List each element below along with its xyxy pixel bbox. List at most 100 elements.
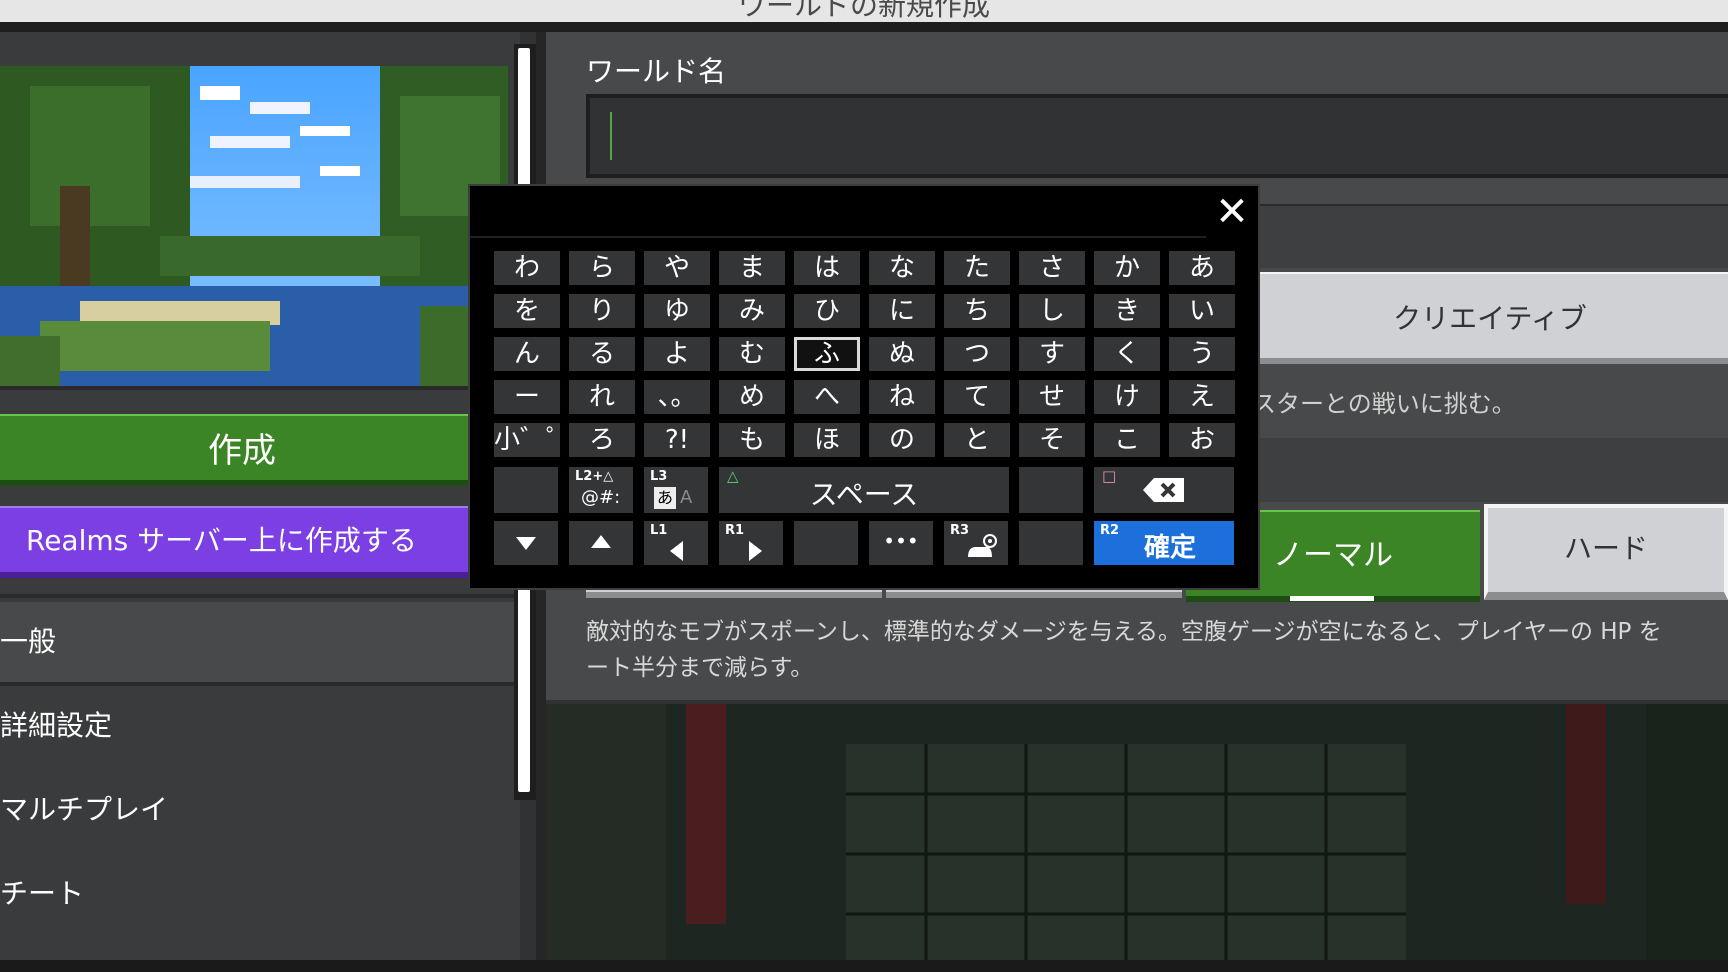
space-key[interactable]: △ スペース [719, 467, 1009, 513]
symbols-key-label: @#: [581, 487, 621, 508]
kana-key[interactable]: く [1094, 337, 1160, 371]
cursor-mode-key[interactable]: R3 [944, 521, 1008, 565]
bottom-bar [0, 960, 1728, 972]
kana-key[interactable]: え [1169, 380, 1235, 414]
kana-key[interactable]: 小゛゜ [494, 423, 572, 457]
world-name-input[interactable] [586, 94, 1728, 178]
cursor-up-key[interactable] [569, 521, 633, 565]
kana-key[interactable]: た [944, 251, 1010, 285]
input-mode-alpha: A [680, 487, 693, 508]
keyboard-header-divider [470, 236, 1206, 238]
input-mode-key-hint: L3 [650, 469, 668, 484]
kana-key[interactable]: け [1094, 380, 1160, 414]
kana-key[interactable]: よ [644, 337, 710, 371]
cursor-left-hint: L1 [650, 523, 668, 538]
sidebar-item-advanced[interactable]: 詳細設定 [0, 686, 516, 766]
world-preview-image [0, 66, 508, 390]
kana-key[interactable]: お [1169, 423, 1235, 457]
menu-divider [0, 594, 516, 598]
kana-key[interactable]: れ [569, 380, 635, 414]
kana-key[interactable]: ゆ [644, 294, 710, 328]
kana-key[interactable]: わ [494, 251, 560, 285]
kana-key[interactable]: の [869, 423, 935, 457]
kana-key[interactable]: ?! [644, 423, 710, 457]
kana-key[interactable]: ち [944, 294, 1010, 328]
kana-key[interactable]: も [719, 423, 785, 457]
kana-key[interactable]: ま [719, 251, 785, 285]
text-caret [610, 112, 612, 160]
kana-key[interactable]: て [944, 380, 1010, 414]
kana-key[interactable]: な [869, 251, 935, 285]
kana-key[interactable]: む [719, 337, 785, 371]
difficulty-description-line2: ート半分まで減らす。 [586, 655, 814, 681]
keyboard-blank-key [494, 467, 558, 513]
keyboard-blank-key [1019, 467, 1083, 513]
more-key[interactable]: ••• [869, 521, 933, 565]
kana-key[interactable]: 、。 [644, 380, 710, 414]
input-mode-key[interactable]: L3 あ A [644, 467, 708, 513]
difficulty-hard-button[interactable]: ハード [1484, 504, 1728, 600]
background-scene [546, 704, 1728, 960]
right-arrow-icon [749, 541, 762, 561]
difficulty-description: 敵対的なモブがスポーンし、標準的なダメージを与える。空腹ゲージが空になると、プレ… [586, 614, 1728, 686]
kana-key[interactable]: か [1094, 251, 1160, 285]
keyboard-blank-key [1019, 521, 1083, 565]
input-mode-kana: あ [654, 487, 676, 509]
create-on-realms-button[interactable]: Realms サーバー上に作成する [0, 506, 484, 578]
sidebar-item-general[interactable]: 一般 [0, 602, 516, 682]
kana-key[interactable]: り [569, 294, 635, 328]
kana-key[interactable]: す [1019, 337, 1085, 371]
kana-key[interactable]: う [1169, 337, 1235, 371]
kana-key[interactable]: ふ [794, 337, 860, 371]
kana-key[interactable]: そ [1019, 423, 1085, 457]
kana-key[interactable]: ぬ [869, 337, 935, 371]
cursor-right-key[interactable]: R1 [719, 521, 783, 565]
game-mode-description: スターとの戦いに挑む。 [1252, 390, 1516, 418]
kana-key[interactable]: あ [1169, 251, 1235, 285]
kana-key[interactable]: き [1094, 294, 1160, 328]
kana-key[interactable]: こ [1094, 423, 1160, 457]
kana-key[interactable]: は [794, 251, 860, 285]
window-title-bar: ワールドの新規作成 [0, 0, 1728, 22]
kana-key[interactable]: る [569, 337, 635, 371]
down-arrow-icon [516, 537, 536, 550]
window-title: ワールドの新規作成 [737, 0, 990, 22]
kana-key[interactable]: つ [944, 337, 1010, 371]
symbols-key[interactable]: L2+△ @#: [569, 467, 633, 513]
kana-key[interactable]: し [1019, 294, 1085, 328]
kana-key[interactable]: と [944, 423, 1010, 457]
kana-key[interactable]: ね [869, 380, 935, 414]
kana-key[interactable]: さ [1019, 251, 1085, 285]
sidebar-item-cheats[interactable]: チート [0, 854, 516, 934]
kana-key[interactable]: へ [794, 380, 860, 414]
difficulty-description-line1: 敵対的なモブがスポーンし、標準的なダメージを与える。空腹ゲージが空になると、プレ… [586, 619, 1662, 645]
symbols-key-hint: L2+△ [575, 469, 614, 484]
cursor-left-key[interactable]: L1 [644, 521, 708, 565]
left-arrow-icon [670, 541, 683, 561]
backspace-icon [1143, 478, 1184, 502]
keyboard-close-button[interactable]: ✕ [1206, 188, 1258, 236]
cursor-down-key[interactable] [494, 521, 558, 565]
kana-key[interactable]: ひ [794, 294, 860, 328]
game-mode-creative-option[interactable]: クリエイティブ [1252, 272, 1728, 364]
kana-key[interactable]: み [719, 294, 785, 328]
kana-key[interactable]: に [869, 294, 935, 328]
kana-key[interactable]: や [644, 251, 710, 285]
title-divider [0, 22, 1728, 32]
cursor-right-hint: R1 [725, 523, 745, 538]
sidebar-item-multiplayer[interactable]: マルチプレイ [0, 770, 516, 850]
confirm-key-label: 確定 [1143, 533, 1196, 563]
kana-key[interactable]: い [1169, 294, 1235, 328]
kana-key[interactable]: ろ [569, 423, 635, 457]
kana-key[interactable]: ほ [794, 423, 860, 457]
kana-key[interactable]: せ [1019, 380, 1085, 414]
create-button[interactable]: 作成 [0, 414, 484, 486]
kana-key[interactable]: ら [569, 251, 635, 285]
kana-key[interactable]: ん [494, 337, 560, 371]
confirm-key[interactable]: R2 確定 [1094, 521, 1234, 565]
world-name-label: ワールド名 [586, 55, 727, 88]
kana-key[interactable]: め [719, 380, 785, 414]
backspace-key[interactable]: □ [1094, 467, 1234, 513]
kana-key[interactable]: ー [494, 380, 560, 414]
kana-key[interactable]: を [494, 294, 560, 328]
